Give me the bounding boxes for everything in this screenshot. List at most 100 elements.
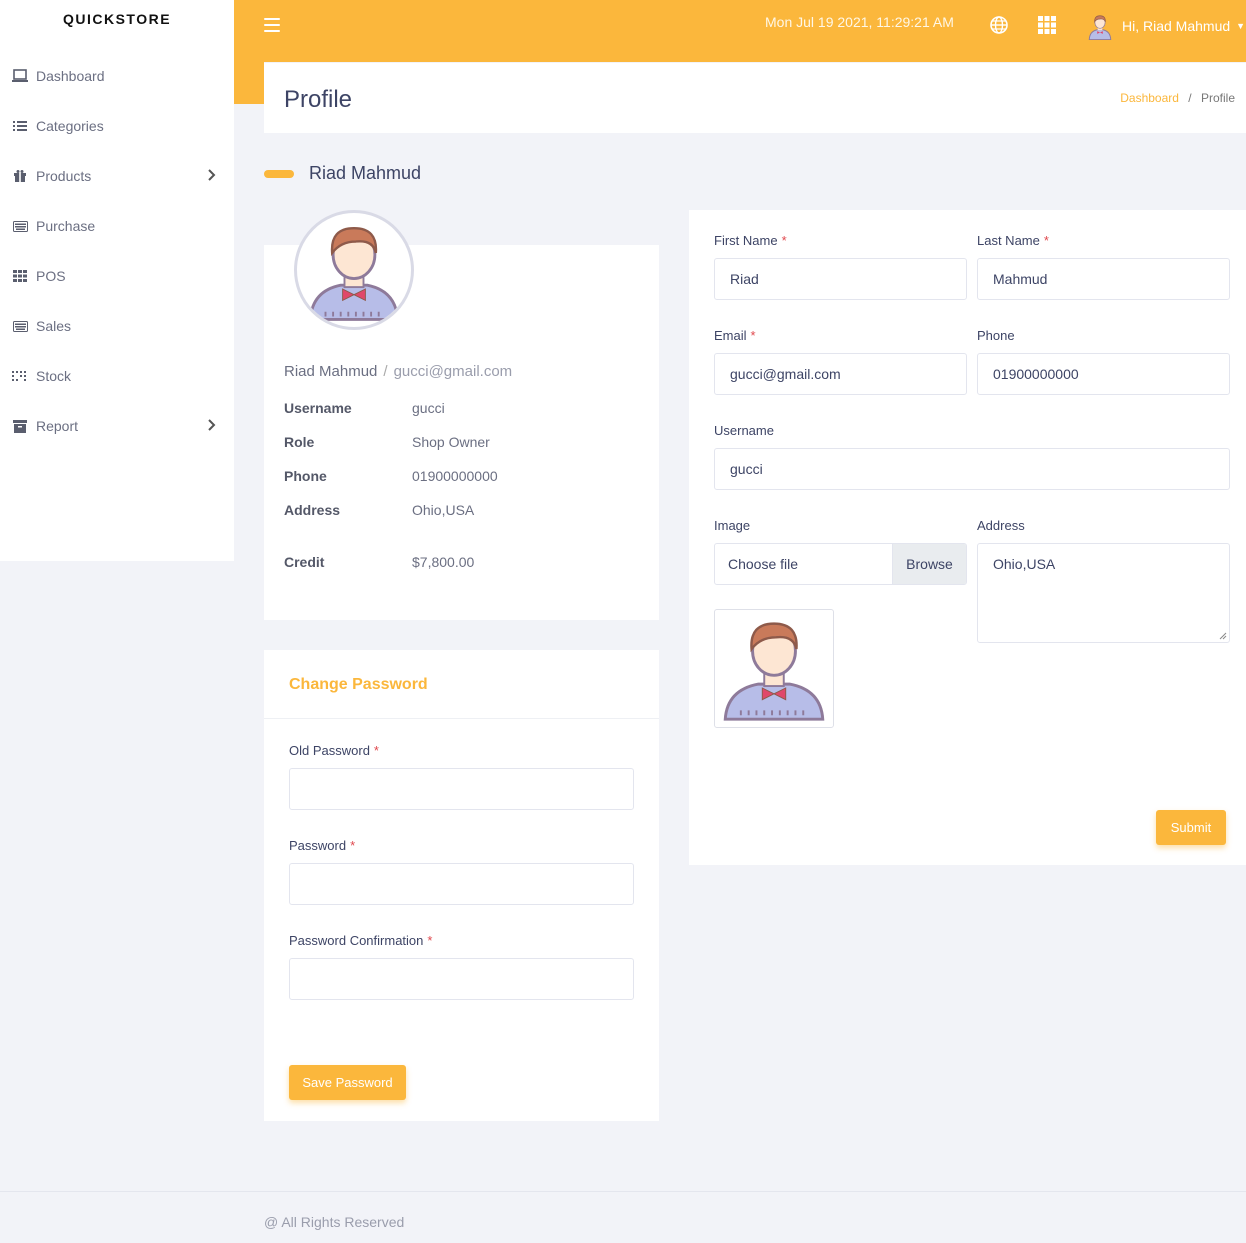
user-greeting: Hi, Riad Mahmud [1122,18,1231,34]
profile-avatar [294,210,414,330]
gift-icon [12,168,28,184]
breadcrumb-current: Profile [1200,91,1235,105]
file-placeholder: Choose file [728,556,799,572]
dots-grid-icon [12,368,28,384]
grid-icon [12,268,28,284]
top-header: Mon Jul 19 2021, 11:29:21 AM Hi, Riad Ma… [234,0,1246,62]
sidebar-item-purchase[interactable]: Purchase [0,201,234,251]
footer-text: @ All Rights Reserved [264,1214,405,1230]
info-key: Phone [284,468,327,484]
phone-input[interactable]: 01900000000 [977,353,1230,395]
sidebar: QUICKSTORE Dashboard Categories Products [0,0,234,561]
old-password-input[interactable] [289,768,634,810]
address-textarea[interactable]: Ohio,USA [977,543,1230,643]
laptop-icon [12,68,28,84]
info-row-role: Role Shop Owner [284,434,490,450]
breadcrumb: Dashboard / Profile [1120,91,1235,105]
username-label: Username [714,423,774,438]
info-value: gucci [412,400,445,416]
sidebar-item-sales[interactable]: Sales [0,301,234,351]
menu-toggle-icon[interactable] [264,18,280,32]
info-value: 01900000000 [412,468,498,484]
info-key: Role [284,434,315,450]
address-label: Address [977,518,1025,533]
password-input[interactable] [289,863,634,905]
sidebar-item-label: Categories [36,118,104,134]
change-password-card: Change Password Old Password * Password * … [264,650,659,1121]
sidebar-item-pos[interactable]: POS [0,251,234,301]
keyboard-icon [12,218,28,234]
required-mark: * [373,743,379,758]
required-mark: * [750,328,756,343]
page-title: Profile [284,86,353,113]
info-key: Username [284,400,352,416]
page-title-card: Profile Dashboard / Profile [264,63,1246,133]
archive-icon [12,418,28,434]
last-name-label: Last Name * [977,233,1049,248]
sidebar-nav: Dashboard Categories Products Purchase P… [0,51,234,451]
old-password-label: Old Password * [289,743,379,758]
required-mark: * [427,933,433,948]
info-key: Credit [284,554,325,570]
email-label: Email * [714,328,756,343]
info-row-credit: Credit $7,800.00 [284,554,474,570]
password-confirmation-label: Password Confirmation * [289,933,433,948]
brand-logo[interactable]: QUICKSTORE [0,0,234,40]
keyboard-icon [12,318,28,334]
info-key: Address [284,502,341,518]
change-password-title: Change Password [289,676,428,693]
user-avatar-icon [1086,12,1114,40]
sidebar-item-label: Dashboard [36,68,105,84]
image-label: Image [714,518,751,533]
browse-button[interactable]: Browse [892,544,966,584]
sidebar-item-products[interactable]: Products [0,151,234,201]
sidebar-item-label: Products [36,168,92,184]
section-heading: Riad Mahmud [264,163,421,184]
info-row-username: Username gucci [284,400,445,416]
edit-profile-card [689,210,1246,865]
sidebar-item-categories[interactable]: Categories [0,101,234,151]
save-password-button[interactable]: Save Password [289,1065,406,1100]
user-avatar-icon [308,227,400,321]
image-file-input[interactable]: Choose file Browse [714,543,967,585]
sidebar-item-report[interactable]: Report [0,401,234,451]
sidebar-item-label: Purchase [36,218,96,234]
last-name-input[interactable]: Mahmud [977,258,1230,300]
first-name-input[interactable]: Riad [714,258,967,300]
password-label: Password * [289,838,356,853]
email-input[interactable]: gucci@gmail.com [714,353,967,395]
required-mark: * [350,838,356,853]
globe-icon[interactable] [990,16,1008,39]
info-value: $7,800.00 [412,554,475,570]
sidebar-item-label: Sales [36,318,72,334]
list-icon [12,118,28,134]
submit-button[interactable]: Submit [1156,810,1226,845]
section-accent-bar [264,169,294,178]
first-name-label: First Name * [714,233,787,248]
password-confirmation-input[interactable] [289,958,634,1000]
sidebar-item-stock[interactable]: Stock [0,351,234,401]
breadcrumb-separator: / [1188,91,1192,105]
sidebar-item-label: Stock [36,368,72,384]
profile-name: Riad Mahmud [284,363,378,380]
required-mark: * [1043,233,1049,248]
profile-name-email: Riad Mahmud / gucci@gmail.com [284,363,512,380]
breadcrumb-dashboard-link[interactable]: Dashboard [1120,91,1179,105]
info-row-phone: Phone 01900000000 [284,468,498,484]
chevron-right-icon [208,418,216,434]
header-datetime: Mon Jul 19 2021, 11:29:21 AM [765,14,954,30]
username-input[interactable]: gucci [714,448,1230,490]
phone-label: Phone [977,328,1015,343]
info-value: Shop Owner [412,434,490,450]
resize-grip-icon[interactable] [1219,632,1227,640]
footer-divider [0,1191,1246,1192]
sidebar-item-dashboard[interactable]: Dashboard [0,51,234,101]
required-mark: * [781,233,787,248]
apps-grid-icon[interactable] [1038,16,1056,39]
section-title: Riad Mahmud [309,163,422,183]
caret-down-icon: ▼ [1236,21,1246,31]
user-menu[interactable]: Hi, Riad Mahmud ▼ [1086,12,1245,40]
user-avatar-icon [723,622,825,721]
card-divider [264,718,659,719]
image-preview [714,609,834,728]
